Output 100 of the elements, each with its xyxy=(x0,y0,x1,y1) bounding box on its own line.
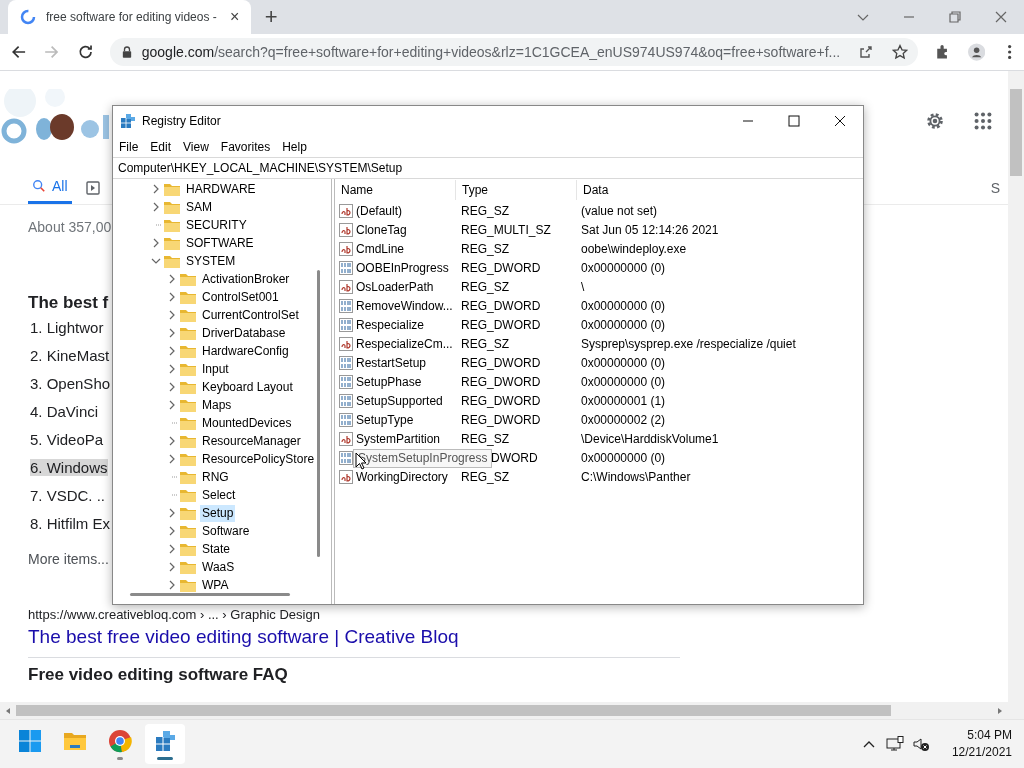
menu-item[interactable]: Edit xyxy=(144,136,178,157)
network-icon[interactable] xyxy=(885,736,904,752)
profile-icon[interactable] xyxy=(967,43,985,61)
value-name[interactable]: RestartSetup xyxy=(356,355,427,370)
browser-tab[interactable]: free software for editing videos - × xyxy=(8,0,251,34)
value-name[interactable]: Respecialize xyxy=(356,317,425,332)
clock-time[interactable]: 5:04 PM xyxy=(967,727,1012,744)
value-name[interactable]: SetupSupported xyxy=(356,393,443,408)
video-icon[interactable] xyxy=(85,180,100,195)
value-type: REG_DWORD xyxy=(460,317,542,332)
tree-item[interactable]: ControlSet001 xyxy=(200,288,281,306)
chevron-down-icon[interactable] xyxy=(151,256,161,266)
tree-item[interactable]: Select xyxy=(200,486,238,504)
vertical-scrollbar[interactable] xyxy=(317,270,320,557)
tree-item[interactable]: SECURITY xyxy=(184,216,249,234)
address-field[interactable]: Computer\HKEY_LOCAL_MACHINE\SYSTEM\Setup xyxy=(113,157,863,179)
chevron-right-icon[interactable] xyxy=(167,544,177,554)
tree-item[interactable]: SAM xyxy=(184,198,214,216)
chevron-right-icon[interactable] xyxy=(167,364,177,374)
close-tab-button[interactable]: × xyxy=(226,8,243,26)
value-name[interactable]: OOBEInProgress xyxy=(356,260,449,275)
horizontal-scrollbar[interactable] xyxy=(130,593,290,596)
tree-item[interactable]: Keyboard Layout xyxy=(200,378,295,396)
clock-date[interactable]: 12/21/2021 xyxy=(951,744,1012,761)
menu-item[interactable]: Favorites xyxy=(214,136,277,157)
value-name[interactable]: SetupType xyxy=(356,412,414,427)
chevron-right-icon[interactable] xyxy=(167,328,177,338)
close-icon[interactable] xyxy=(993,9,1009,25)
tree-item[interactable]: MountedDevices xyxy=(200,414,294,432)
chevron-right-icon[interactable] xyxy=(167,346,177,356)
value-data: 0x00000000 (0) xyxy=(580,260,666,275)
chevron-right-icon[interactable] xyxy=(167,508,177,518)
chevron-right-icon[interactable] xyxy=(151,184,161,194)
string-value-icon xyxy=(339,222,353,237)
tree-item[interactable]: RNG xyxy=(200,468,231,486)
search-tab[interactable]: All xyxy=(28,171,72,204)
tree-item[interactable]: ResourcePolicyStore xyxy=(200,450,317,468)
chevron-right-icon[interactable] xyxy=(167,562,177,572)
chevron-right-icon[interactable] xyxy=(167,274,177,284)
tree-item[interactable]: ResourceManager xyxy=(200,432,303,450)
regedit-taskbar-button[interactable] xyxy=(145,724,185,764)
string-value-icon xyxy=(339,279,353,294)
tree-item[interactable]: DriverDatabase xyxy=(200,324,288,342)
muted-speaker-icon[interactable] xyxy=(911,736,930,752)
column-header[interactable]: Name xyxy=(335,180,455,200)
value-name[interactable]: CloneTag xyxy=(356,222,407,237)
new-tab-button[interactable]: + xyxy=(264,4,278,30)
apps-grid-icon[interactable] xyxy=(972,110,994,132)
menu-item[interactable]: File xyxy=(113,136,145,157)
chevron-right-icon[interactable] xyxy=(151,202,161,212)
chevron-right-icon[interactable] xyxy=(167,310,177,320)
binary-value-icon xyxy=(339,298,353,313)
value-name[interactable]: OsLoaderPath xyxy=(356,279,434,294)
chevron-right-icon[interactable] xyxy=(167,400,177,410)
restore-icon[interactable] xyxy=(947,9,963,25)
tree-item[interactable]: Software xyxy=(200,522,252,540)
scroll-right-icon[interactable] xyxy=(996,706,1004,715)
scroll-left-icon[interactable] xyxy=(4,706,12,715)
star-icon[interactable] xyxy=(892,44,909,60)
chevron-right-icon[interactable] xyxy=(167,292,177,302)
tree-item[interactable]: State xyxy=(200,540,233,558)
chevron-right-icon[interactable] xyxy=(167,526,177,536)
search-tab[interactable]: S xyxy=(990,179,1000,196)
back-arrow-icon[interactable] xyxy=(10,43,28,61)
tree-item[interactable]: CurrentControlSet xyxy=(200,306,301,324)
value-name[interactable]: RespecializeCm... xyxy=(356,336,453,351)
tree-item[interactable]: HARDWARE xyxy=(184,180,258,198)
share-icon[interactable] xyxy=(858,44,875,60)
address-bar[interactable]: google.com/search?q=free+software+for+editing+videos&rlz=1C1GCEA_enUS974US974&oq=free+software+f... xyxy=(109,38,919,66)
chevron-right-icon[interactable] xyxy=(167,382,177,392)
reload-icon[interactable] xyxy=(76,43,94,61)
chevron-right-icon[interactable] xyxy=(167,580,177,590)
vertical-scrollbar[interactable] xyxy=(1008,71,1024,702)
settings-icon[interactable] xyxy=(924,110,946,132)
chevron-right-icon[interactable] xyxy=(167,454,177,464)
tree-item[interactable]: ActivationBroker xyxy=(200,270,292,288)
chevron-right-icon[interactable] xyxy=(151,238,161,248)
tree-item[interactable]: SOFTWARE xyxy=(184,234,256,252)
tree-item[interactable]: HardwareConfig xyxy=(200,342,291,360)
tree-item[interactable]: Input xyxy=(200,360,231,378)
menu-item[interactable]: View xyxy=(177,136,215,157)
value-name[interactable]: SetupPhase xyxy=(356,374,422,389)
tree-item[interactable]: SYSTEM xyxy=(184,252,238,270)
value-name[interactable]: CmdLine xyxy=(356,241,405,256)
more-items-link[interactable]: More items... xyxy=(28,551,109,567)
horizontal-scrollbar[interactable] xyxy=(0,702,1024,719)
column-header[interactable]: Type xyxy=(455,180,576,200)
tree-item[interactable]: WaaS xyxy=(200,558,237,576)
column-header[interactable]: Data xyxy=(576,180,609,200)
tree-item[interactable]: Maps xyxy=(200,396,234,414)
value-name[interactable]: RemoveWindow... xyxy=(356,298,453,313)
result-link[interactable]: The best free video editing software | Creative Bloq xyxy=(28,626,459,647)
menu-item[interactable]: Help xyxy=(276,136,313,157)
result-url[interactable]: https://www.creativebloq.com › ... › Graphic Design xyxy=(28,607,320,622)
value-name[interactable]: (Default) xyxy=(356,203,402,218)
value-name[interactable]: WorkingDirectory xyxy=(356,469,448,484)
value-name[interactable]: SystemPartition xyxy=(356,431,441,446)
chevron-right-icon[interactable] xyxy=(167,436,177,446)
tree-item[interactable]: Setup xyxy=(200,504,236,522)
tree-item[interactable]: WPA xyxy=(200,576,231,594)
